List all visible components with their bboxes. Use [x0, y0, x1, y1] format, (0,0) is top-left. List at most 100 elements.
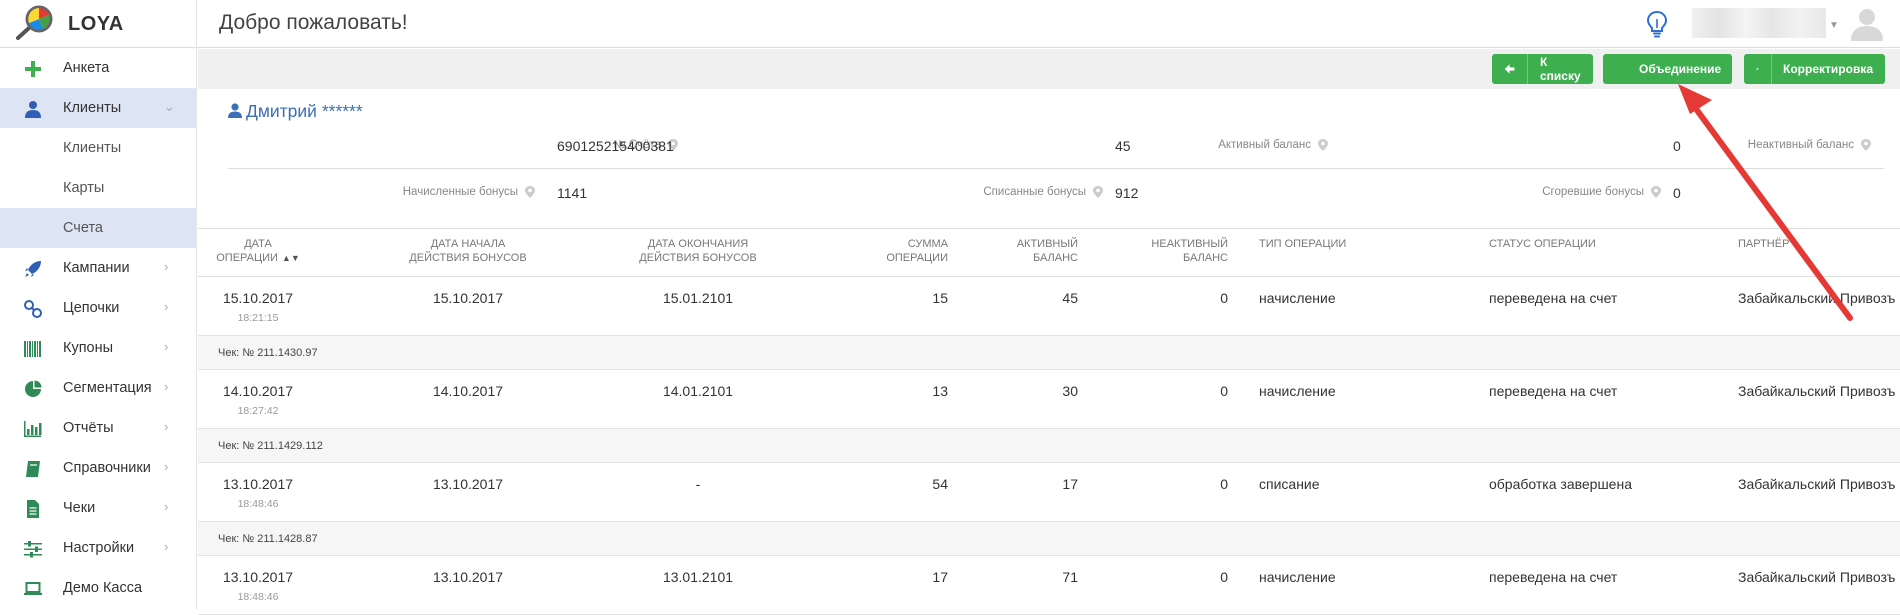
table-header: ДАТАОПЕРАЦИИ▲▼ ДАТА НАЧАЛАДЕЙСТВИЯ БОНУС… [198, 228, 1900, 277]
book-icon [24, 460, 42, 478]
user-name-blurred[interactable] [1692, 8, 1826, 38]
map-pin-icon [1651, 186, 1661, 198]
map-pin-icon [1861, 139, 1871, 151]
edit-button[interactable]: Корректировка [1744, 54, 1885, 84]
sidebar-item-anketa[interactable]: Анкета [0, 48, 196, 88]
sidebar-item-label: Счета [63, 220, 103, 236]
cell-date: 13.10.2017 [198, 476, 318, 492]
receipt-row[interactable]: Чек: № 211.1428.87 [198, 522, 1900, 556]
cell-inactive-balance: 0 [1098, 383, 1228, 399]
client-name: Дмитрий ****** [246, 101, 363, 121]
sidebar-subitem-clients[interactable]: Клиенты [0, 128, 196, 168]
cell-active-balance: 17 [968, 476, 1078, 492]
chevron-right-icon: › [164, 539, 168, 554]
cell-start-date: 15.10.2017 [368, 290, 568, 306]
cell-end-date: - [598, 476, 798, 492]
avatar[interactable] [1849, 5, 1885, 41]
chevron-right-icon: › [164, 339, 168, 354]
column-header-date[interactable]: ДАТАОПЕРАЦИИ▲▼ [198, 237, 318, 265]
chevron-down-icon[interactable]: ▼ [1829, 20, 1839, 31]
spent-bonuses-field: Списанные бонусы [728, 186, 1115, 198]
client-name-link[interactable]: Дмитрий ****** [228, 101, 363, 122]
cell-start-date: 14.10.2017 [368, 383, 568, 399]
column-header-operation-type: ТИП ОПЕРАЦИИ [1259, 237, 1346, 251]
sidebar-item-receipts[interactable]: Чеки › [0, 488, 196, 528]
laptop-icon [24, 580, 42, 598]
sidebar-item-reports[interactable]: Отчёты › [0, 408, 196, 448]
column-header-inactive-balance: НЕАКТИВНЫЙБАЛАНС [1098, 237, 1228, 265]
bar-chart-icon [24, 420, 42, 438]
sidebar: Анкета Клиенты ⌄ Клиенты Карты Счета Кам… [0, 48, 197, 609]
map-pin-icon [525, 186, 535, 198]
pencil-icon [1756, 62, 1759, 76]
cell-partner: Забайкальский Привозъ [1738, 290, 1895, 306]
table-row[interactable]: 14.10.2017 18:27:42 14.10.2017 14.01.210… [198, 370, 1900, 429]
sidebar-item-settings[interactable]: Настройки › [0, 528, 196, 568]
sidebar-item-label: Анкета [63, 60, 109, 76]
column-header-partner: ПАРТНЁР [1738, 237, 1789, 251]
receipt-row[interactable]: Чек: № 211.1429.112 [198, 429, 1900, 463]
cell-date: 13.10.2017 [198, 569, 318, 585]
sidebar-item-label: Демо Касса [63, 580, 142, 596]
inactive-balance-label: Неактивный баланс [1748, 139, 1854, 151]
magnifier-logo-icon [12, 4, 56, 44]
cell-inactive-balance: 0 [1098, 569, 1228, 585]
chevron-right-icon: › [164, 299, 168, 314]
back-to-list-button[interactable]: К списку [1492, 54, 1593, 84]
sidebar-item-directories[interactable]: Справочники › [0, 448, 196, 488]
receipt-row[interactable]: Чек: № 211.1430.97 [198, 336, 1900, 370]
cell-inactive-balance: 0 [1098, 476, 1228, 492]
sidebar-item-campaigns[interactable]: Кампании › [0, 248, 196, 288]
spent-bonuses-label: Списанные бонусы [983, 186, 1086, 198]
cell-active-balance: 71 [968, 569, 1078, 585]
sidebar-item-demo-cashier[interactable]: Демо Касса [0, 568, 196, 608]
table-row[interactable]: 13.10.2017 18:48:46 13.10.2017 - 54 17 0… [198, 463, 1900, 522]
user-icon [24, 100, 42, 118]
cell-partner: Забайкальский Привозъ [1738, 383, 1895, 399]
merge-label: Объединение [1639, 62, 1721, 76]
receipt-number: Чек: № 211.1428.87 [218, 533, 318, 545]
table-row[interactable]: 15.10.2017 18:21:15 15.10.2017 15.01.210… [198, 277, 1900, 336]
button-divider [1527, 54, 1528, 84]
lightbulb-icon[interactable] [1646, 10, 1668, 38]
sidebar-item-clients[interactable]: Клиенты ⌄ [0, 88, 196, 128]
table-row[interactable]: 13.10.2017 18:48:46 13.10.2017 13.01.210… [198, 556, 1900, 615]
chevron-right-icon: › [164, 499, 168, 514]
chain-icon [24, 300, 42, 318]
sidebar-item-coupons[interactable]: Купоны › [0, 328, 196, 368]
cell-sum: 54 [828, 476, 948, 492]
arrow-left-icon [1504, 62, 1515, 76]
sliders-icon [24, 540, 42, 558]
cell-time: 18:48:46 [198, 591, 318, 603]
cell-time: 18:27:42 [198, 405, 318, 417]
chevron-down-icon: ⌄ [164, 99, 175, 115]
brand[interactable]: LOYA [0, 0, 197, 48]
sidebar-item-label: Чеки [63, 500, 95, 516]
sidebar-subitem-cards[interactable]: Карты [0, 168, 196, 208]
burned-bonuses-value: 0 [1673, 185, 1681, 201]
active-balance-label: Активный баланс [1218, 139, 1311, 151]
pie-icon [24, 380, 42, 398]
cell-end-date: 14.01.2101 [598, 383, 798, 399]
map-pin-icon [1318, 139, 1328, 151]
app-name: LOYA [68, 13, 124, 36]
cell-operation-type: начисление [1259, 569, 1336, 585]
burned-bonuses-field: Сгоревшие бонусы [1328, 186, 1673, 198]
merge-button[interactable]: Объединение [1603, 54, 1732, 84]
sidebar-item-label: Справочники [63, 460, 151, 476]
sidebar-item-label: Клиенты [63, 100, 121, 116]
accrued-bonuses-value: 1141 [557, 185, 587, 201]
sidebar-item-label: Настройки [63, 540, 134, 556]
cell-active-balance: 30 [968, 383, 1078, 399]
cell-operation-type: начисление [1259, 383, 1336, 399]
burned-bonuses-label: Сгоревшие бонусы [1542, 186, 1644, 198]
spent-bonuses-value: 912 [1115, 185, 1138, 201]
receipt-number: Чек: № 211.1429.112 [218, 440, 323, 452]
sidebar-item-chains[interactable]: Цепочки › [0, 288, 196, 328]
sort-icon[interactable]: ▲▼ [282, 253, 300, 263]
sidebar-subitem-accounts[interactable]: Счета [0, 208, 196, 248]
accrued-bonuses-field: Начисленные бонусы [228, 186, 547, 198]
cell-partner: Забайкальский Привозъ [1738, 476, 1895, 492]
cell-operation-status: переведена на счет [1489, 569, 1617, 585]
sidebar-item-segmentation[interactable]: Сегментация › [0, 368, 196, 408]
